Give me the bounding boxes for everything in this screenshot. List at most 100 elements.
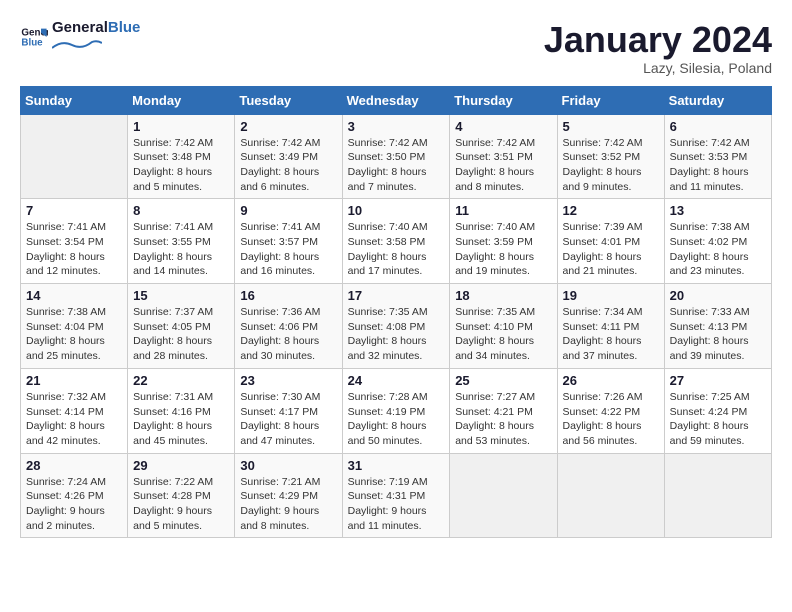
day-cell: 11 Sunrise: 7:40 AMSunset: 3:59 PMDayligh…	[450, 199, 557, 284]
day-info: Sunrise: 7:42 AMSunset: 3:49 PMDaylight:…	[240, 136, 336, 195]
day-info: Sunrise: 7:21 AMSunset: 4:29 PMDaylight:…	[240, 475, 336, 534]
col-header-sunday: Sunday	[21, 86, 128, 114]
day-cell: 23Sunrise: 7:30 AMSunset: 4:17 PMDayligh…	[235, 368, 342, 453]
day-number: 4	[455, 119, 551, 134]
day-number: 1	[133, 119, 229, 134]
day-number: 20	[670, 288, 766, 303]
day-number: 8	[133, 203, 229, 218]
day-number: 16	[240, 288, 336, 303]
day-info: Sunrise: 7:31 AMSunset: 4:16 PMDaylight:…	[133, 390, 229, 449]
title-block: January 2024 Lazy, Silesia, Poland	[544, 20, 772, 76]
header-row: SundayMondayTuesdayWednesdayThursdayFrid…	[21, 86, 772, 114]
day-cell: 13 Sunrise: 7:38 AMSunset: 4:02 PMDayligh…	[664, 199, 771, 284]
day-number: 12	[563, 203, 659, 218]
col-header-tuesday: Tuesday	[235, 86, 342, 114]
day-info: Sunrise: 7:35 AMSunset: 4:08 PMDaylight:…	[348, 305, 445, 364]
logo: General Blue GeneralBlue	[20, 20, 140, 55]
day-number: 29	[133, 458, 229, 473]
day-info: Sunrise: 7:41 AMSunset: 3:55 PMDaylight:…	[133, 220, 229, 279]
day-cell: 5Sunrise: 7:42 AMSunset: 3:52 PMDaylight…	[557, 114, 664, 199]
day-cell: 18 Sunrise: 7:35 AMSunset: 4:10 PMDayligh…	[450, 284, 557, 369]
day-info: Sunrise: 7:38 AMSunset: 4:02 PMDaylight:…	[670, 220, 766, 279]
day-cell: 31Sunrise: 7:19 AMSunset: 4:31 PMDayligh…	[342, 453, 450, 538]
day-number: 10	[348, 203, 445, 218]
day-cell: 20Sunrise: 7:33 AMSunset: 4:13 PMDayligh…	[664, 284, 771, 369]
day-number: 13	[670, 203, 766, 218]
day-cell: 1 Sunrise: 7:42 AMSunset: 3:48 PMDaylight…	[128, 114, 235, 199]
day-cell: 9 Sunrise: 7:41 AMSunset: 3:57 PMDaylight…	[235, 199, 342, 284]
day-number: 24	[348, 373, 445, 388]
day-info: Sunrise: 7:42 AMSunset: 3:48 PMDaylight:…	[133, 136, 229, 195]
day-info: Sunrise: 7:35 AMSunset: 4:10 PMDaylight:…	[455, 305, 551, 364]
day-number: 3	[348, 119, 445, 134]
day-cell: 22 Sunrise: 7:31 AMSunset: 4:16 PMDayligh…	[128, 368, 235, 453]
day-info: Sunrise: 7:25 AMSunset: 4:24 PMDaylight:…	[670, 390, 766, 449]
day-cell: 2 Sunrise: 7:42 AMSunset: 3:49 PMDaylight…	[235, 114, 342, 199]
day-number: 2	[240, 119, 336, 134]
day-info: Sunrise: 7:39 AMSunset: 4:01 PMDaylight:…	[563, 220, 659, 279]
day-info: Sunrise: 7:40 AMSunset: 3:59 PMDaylight:…	[455, 220, 551, 279]
day-cell: 30 Sunrise: 7:21 AMSunset: 4:29 PMDayligh…	[235, 453, 342, 538]
day-info: Sunrise: 7:41 AMSunset: 3:57 PMDaylight:…	[240, 220, 336, 279]
day-cell: 3 Sunrise: 7:42 AMSunset: 3:50 PMDaylight…	[342, 114, 450, 199]
day-info: Sunrise: 7:38 AMSunset: 4:04 PMDaylight:…	[26, 305, 122, 364]
day-info: Sunrise: 7:27 AMSunset: 4:21 PMDaylight:…	[455, 390, 551, 449]
day-cell	[664, 453, 771, 538]
day-info: Sunrise: 7:42 AMSunset: 3:50 PMDaylight:…	[348, 136, 445, 195]
day-info: Sunrise: 7:36 AMSunset: 4:06 PMDaylight:…	[240, 305, 336, 364]
day-cell: 14 Sunrise: 7:38 AMSunset: 4:04 PMDayligh…	[21, 284, 128, 369]
logo-icon: General Blue	[20, 23, 48, 51]
day-number: 27	[670, 373, 766, 388]
day-cell: 21Sunrise: 7:32 AMSunset: 4:14 PMDayligh…	[21, 368, 128, 453]
day-info: Sunrise: 7:41 AMSunset: 3:54 PMDaylight:…	[26, 220, 122, 279]
logo-blue: Blue	[108, 19, 141, 36]
day-cell: 24Sunrise: 7:28 AMSunset: 4:19 PMDayligh…	[342, 368, 450, 453]
day-number: 22	[133, 373, 229, 388]
logo-general: General	[52, 19, 108, 36]
day-cell: 7 Sunrise: 7:41 AMSunset: 3:54 PMDaylight…	[21, 199, 128, 284]
day-cell: 28 Sunrise: 7:24 AMSunset: 4:26 PMDayligh…	[21, 453, 128, 538]
day-info: Sunrise: 7:34 AMSunset: 4:11 PMDaylight:…	[563, 305, 659, 364]
day-number: 11	[455, 203, 551, 218]
logo-bird	[52, 40, 102, 50]
day-number: 14	[26, 288, 122, 303]
day-info: Sunrise: 7:42 AMSunset: 3:52 PMDaylight:…	[563, 136, 659, 195]
day-number: 30	[240, 458, 336, 473]
location-subtitle: Lazy, Silesia, Poland	[544, 60, 772, 76]
page-header: General Blue GeneralBlue January 2024 La…	[20, 20, 772, 76]
day-cell	[557, 453, 664, 538]
day-info: Sunrise: 7:42 AMSunset: 3:51 PMDaylight:…	[455, 136, 551, 195]
col-header-saturday: Saturday	[664, 86, 771, 114]
day-cell	[21, 114, 128, 199]
day-number: 7	[26, 203, 122, 218]
day-number: 19	[563, 288, 659, 303]
day-cell	[450, 453, 557, 538]
day-number: 18	[455, 288, 551, 303]
col-header-thursday: Thursday	[450, 86, 557, 114]
svg-text:Blue: Blue	[21, 38, 43, 49]
day-number: 6	[670, 119, 766, 134]
day-info: Sunrise: 7:24 AMSunset: 4:26 PMDaylight:…	[26, 475, 122, 534]
calendar-table: SundayMondayTuesdayWednesdayThursdayFrid…	[20, 86, 772, 539]
day-info: Sunrise: 7:40 AMSunset: 3:58 PMDaylight:…	[348, 220, 445, 279]
day-number: 26	[563, 373, 659, 388]
day-cell: 27 Sunrise: 7:25 AMSunset: 4:24 PMDayligh…	[664, 368, 771, 453]
day-info: Sunrise: 7:22 AMSunset: 4:28 PMDaylight:…	[133, 475, 229, 534]
day-cell: 29 Sunrise: 7:22 AMSunset: 4:28 PMDayligh…	[128, 453, 235, 538]
day-number: 21	[26, 373, 122, 388]
day-cell: 19 Sunrise: 7:34 AMSunset: 4:11 PMDayligh…	[557, 284, 664, 369]
day-number: 17	[348, 288, 445, 303]
day-cell: 26Sunrise: 7:26 AMSunset: 4:22 PMDayligh…	[557, 368, 664, 453]
month-title: January 2024	[544, 20, 772, 60]
day-info: Sunrise: 7:37 AMSunset: 4:05 PMDaylight:…	[133, 305, 229, 364]
day-number: 28	[26, 458, 122, 473]
day-number: 9	[240, 203, 336, 218]
day-number: 31	[348, 458, 445, 473]
day-cell: 4 Sunrise: 7:42 AMSunset: 3:51 PMDaylight…	[450, 114, 557, 199]
day-cell: 16 Sunrise: 7:36 AMSunset: 4:06 PMDayligh…	[235, 284, 342, 369]
day-cell: 17 Sunrise: 7:35 AMSunset: 4:08 PMDayligh…	[342, 284, 450, 369]
day-cell: 25Sunrise: 7:27 AMSunset: 4:21 PMDayligh…	[450, 368, 557, 453]
day-info: Sunrise: 7:42 AMSunset: 3:53 PMDaylight:…	[670, 136, 766, 195]
day-cell: 6 Sunrise: 7:42 AMSunset: 3:53 PMDaylight…	[664, 114, 771, 199]
day-cell: 10 Sunrise: 7:40 AMSunset: 3:58 PMDayligh…	[342, 199, 450, 284]
